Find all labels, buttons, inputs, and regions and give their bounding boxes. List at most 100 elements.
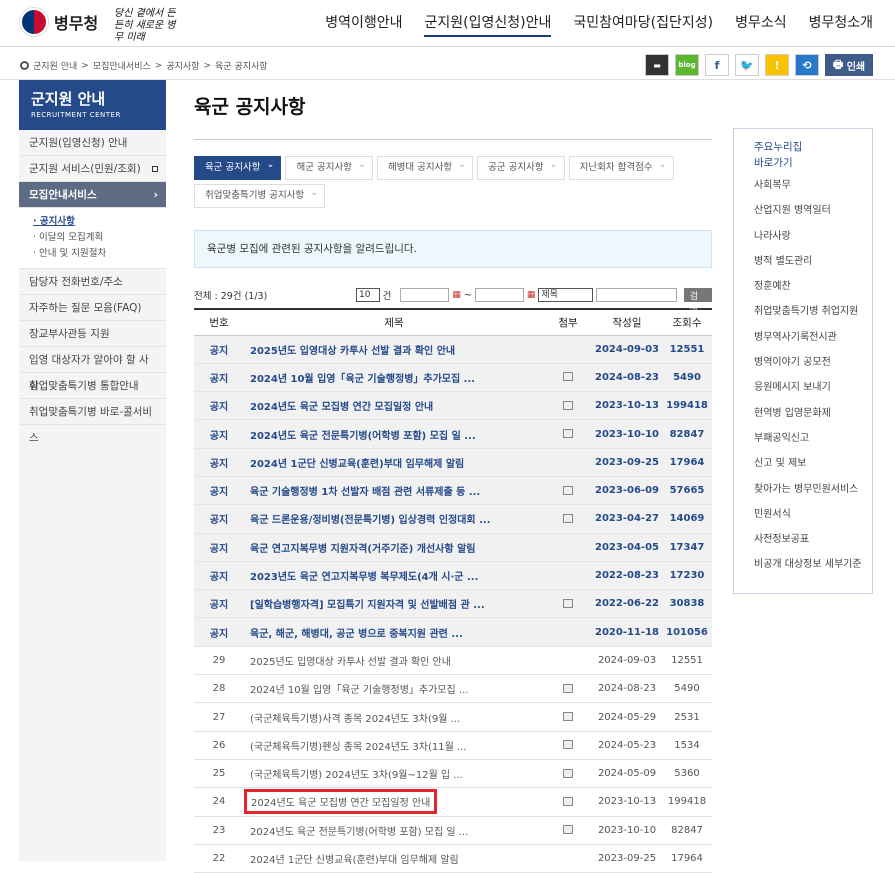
table-row[interactable]: 22 2024년 1군단 신병교육(훈련)부대 임무해제 알림 2023-09-25… [194, 844, 712, 873]
breadcrumb-1[interactable]: 군지원 안내 [33, 59, 77, 72]
sidebar-item-job-guide[interactable]: 취업맞춤특기병 통합안내 [19, 373, 166, 399]
row-title[interactable]: 2025년도 입영대상 카투사 선발 결과 확인 안내 [250, 346, 455, 357]
table-row[interactable]: 공지 2024년도 육군 전문특기병(어학병 포함) 모집 일 ... 2023-1… [194, 419, 712, 449]
attachment-icon[interactable] [563, 768, 573, 778]
row-title[interactable]: 2024년도 육군 전문특기병(어학병 포함) 모집 일 ... [250, 431, 476, 442]
tab-airforce[interactable]: 공군 공지사항 [477, 154, 565, 180]
attachment-icon[interactable] [563, 372, 573, 382]
quick-link-item[interactable]: 사회복무 [734, 173, 872, 198]
breadcrumb-3[interactable]: 공지사항 [166, 59, 199, 72]
quick-link-item[interactable]: 찾아가는 병무민원서비스 [734, 477, 872, 502]
row-title[interactable]: 육군, 해군, 해병대, 공군 병으로 중복지원 관련 ... [250, 629, 463, 640]
quick-link-item[interactable]: 민원서식 [734, 502, 872, 527]
attachment-icon[interactable] [563, 429, 573, 439]
quick-link-item[interactable]: 응원메시지 보내기 [734, 375, 872, 400]
naver-band-icon[interactable]: ▬ [645, 54, 669, 76]
tab-army[interactable]: 육군 공지사항 [194, 154, 282, 180]
row-title[interactable]: 2025년도 입영대상 카투사 선발 결과 확인 안내 [250, 657, 451, 668]
table-row[interactable]: 공지 육군 연고지복무병 지원자격(거주기준) 개선사항 알림 2023-04-05… [194, 533, 712, 562]
row-title[interactable]: 2024년 1군단 신병교육(훈련)부대 임무해제 알림 [250, 459, 464, 470]
attachment-icon[interactable] [563, 683, 573, 693]
gnb-participation[interactable]: 국민참여마당(집단지성) [573, 12, 713, 37]
calendar-icon[interactable]: ▦ [527, 290, 536, 300]
quick-link-item[interactable]: 나라사랑 [734, 224, 872, 249]
table-row[interactable]: 27 (국군체육특기병)사격 종목 2024년도 3차(9월 ... 2024-05… [194, 702, 712, 732]
gnb-enlistment[interactable]: 군지원(입영신청)안내 [424, 12, 552, 37]
gnb-military-service[interactable]: 병역이행안내 [325, 12, 402, 37]
tab-navy[interactable]: 해군 공지사항 [285, 154, 373, 180]
attachment-icon[interactable] [563, 796, 573, 806]
sidebar-item-job-call[interactable]: 취업맞춤특기병 바로-콜서비스 [19, 399, 166, 444]
sidebar-item-contact[interactable]: 담당자 전화번호/주소 [19, 269, 166, 295]
row-title[interactable]: 2024년도 육군 모집병 연간 모집일정 안내 [250, 402, 433, 413]
table-row[interactable]: 24 2024년도 육군 모집병 연간 모집일정 안내 2023-10-13 1994… [194, 787, 712, 817]
submenu-monthly-plan[interactable]: · 이달의 모집계획 [33, 230, 152, 246]
attachment-icon[interactable] [563, 825, 573, 835]
quick-link-item[interactable]: 병역이야기 공모전 [734, 350, 872, 375]
twitter-icon[interactable]: 🐦 [735, 54, 759, 76]
facebook-icon[interactable]: f [705, 54, 729, 76]
row-title[interactable]: 육군 드론운용/정비병(전문특기병) 입상경력 인정대회 ... [250, 515, 491, 526]
table-row[interactable]: 26 (국군체육특기병)펜싱 종목 2024년도 3차(11월 ... 2024-0… [194, 731, 712, 760]
table-row[interactable]: 공지 2024년 1군단 신병교육(훈련)부대 임무해제 알림 2023-09-25… [194, 448, 712, 477]
sidebar-item-must-know[interactable]: 입영 대상자가 알아야 할 사항 [19, 347, 166, 392]
quick-link-item[interactable]: 산업지원 병역일터 [734, 198, 872, 223]
row-title[interactable]: (국군체육특기병) 2024년도 3차(9월~12월 입 ... [250, 770, 463, 781]
sidebar-item-service[interactable]: 군지원 서비스(민원/조회) [19, 156, 166, 182]
site-logo[interactable]: 병무청 [20, 8, 98, 36]
sidebar-item-officer[interactable]: 장교부사관등 지원 [19, 321, 166, 347]
sidebar-item-apply[interactable]: 군지원(입영신청) 안내 [19, 130, 166, 156]
submenu-procedure[interactable]: · 안내 및 지원절차 [33, 246, 152, 262]
quick-link-item[interactable]: 병무역사기록전시관 [734, 325, 872, 350]
quick-link-item[interactable]: 병적 별도관리 [734, 249, 872, 274]
gnb-about[interactable]: 병무청소개 [809, 12, 873, 37]
table-row[interactable]: 공지 2024년 10월 입영「육군 기술행정병」추가모집 ... 2024-08-… [194, 363, 712, 393]
quick-link-item[interactable]: 정훈예찬 [734, 274, 872, 299]
table-row[interactable]: 공지 [일학습병행자격] 모집특기 지원자격 및 선발배점 관 ... 2022-0… [194, 589, 712, 619]
quick-link-item[interactable]: 비공개 대상정보 세부기준 [734, 552, 872, 577]
per-page-select[interactable]: 10 [356, 288, 380, 302]
submenu-notice[interactable]: · 공지사항 [33, 214, 152, 230]
attachment-icon[interactable] [563, 400, 573, 410]
row-title[interactable]: 2023년도 육군 연고지복무병 복무제도(4개 시·군 ... [250, 572, 478, 583]
end-date-input[interactable] [474, 288, 524, 302]
table-row[interactable]: 23 2024년도 육군 전문특기병(어학병 포함) 모집 일 ... 2023-1… [194, 816, 712, 845]
row-title[interactable]: 2024년 10월 입영「육군 기술행정병」추가모집 ... [250, 374, 475, 385]
attachment-icon[interactable] [563, 485, 573, 495]
calendar-icon[interactable]: ▦ [452, 290, 461, 300]
table-row[interactable]: 공지 육군, 해군, 해병대, 공군 병으로 중복지원 관련 ... 2020-11… [194, 617, 712, 647]
gnb-news[interactable]: 병무소식 [735, 12, 787, 37]
print-button[interactable]: 🖶 인쇄 [825, 54, 873, 76]
table-row[interactable]: 공지 2024년도 육군 모집병 연간 모집일정 안내 2023-10-13 1994… [194, 391, 712, 421]
row-title[interactable]: (국군체육특기병)펜싱 종목 2024년도 3차(11월 ... [250, 742, 467, 753]
attachment-icon[interactable] [563, 513, 573, 523]
quick-link-item[interactable]: 사전정보공표 [734, 527, 872, 552]
quick-link-item[interactable]: 현역병 입영문화제 [734, 401, 872, 426]
table-row[interactable]: 29 2025년도 입영대상 카투사 선발 결과 확인 안내 2024-09-03 1… [194, 646, 712, 676]
table-row[interactable]: 25 (국군체육특기병) 2024년도 3차(9월~12월 입 ... 2024-0… [194, 759, 712, 789]
blog-icon[interactable]: blog [675, 54, 699, 76]
row-title[interactable]: (국군체육특기병)사격 종목 2024년도 3차(9월 ... [250, 714, 460, 725]
row-title[interactable]: [일학습병행자격] 모집특기 지원자격 및 선발배점 관 ... [250, 600, 485, 611]
quick-link-item[interactable]: 부패공익신고 [734, 426, 872, 451]
attachment-icon[interactable] [563, 740, 573, 750]
highlighted-title[interactable]: 2024년도 육군 모집병 연간 모집일정 안내 [244, 789, 438, 815]
attachment-icon[interactable] [563, 598, 573, 608]
link-share-icon[interactable]: ⟲ [795, 54, 819, 76]
breadcrumb-4[interactable]: 육군 공지사항 [215, 59, 268, 72]
tab-marine[interactable]: 해병대 공지사항 [376, 154, 474, 180]
table-row[interactable]: 28 2024년 10월 입영「육군 기술행정병」추가모집 ... 2024-08-… [194, 674, 712, 704]
start-date-input[interactable] [400, 288, 450, 302]
table-row[interactable]: 공지 2023년도 육군 연고지복무병 복무제도(4개 시·군 ... 2022-0… [194, 561, 712, 591]
row-title[interactable]: 2024년도 육군 전문특기병(어학병 포함) 모집 일 ... [250, 827, 468, 838]
search-field-select[interactable]: 제목 [538, 288, 594, 302]
row-title[interactable]: 2024년 1군단 신병교육(훈련)부대 임무해제 알림 [250, 855, 459, 866]
kakaostory-icon[interactable]: ! [765, 54, 789, 76]
sidebar-item-faq[interactable]: 자주하는 질문 모음(FAQ) [19, 295, 166, 321]
table-row[interactable]: 공지 육군 드론운용/정비병(전문특기병) 입상경력 인정대회 ... 2023-0… [194, 504, 712, 534]
attachment-icon[interactable] [563, 712, 573, 721]
row-title[interactable]: 2024년 10월 입영「육군 기술행정병」추가모집 ... [250, 685, 468, 696]
search-input[interactable] [596, 288, 677, 302]
table-row[interactable]: 공지 2025년도 입영대상 카투사 선발 결과 확인 안내 2024-09-03 1… [194, 335, 712, 364]
tab-past-scores[interactable]: 지난회차 합격점수 [568, 154, 674, 180]
